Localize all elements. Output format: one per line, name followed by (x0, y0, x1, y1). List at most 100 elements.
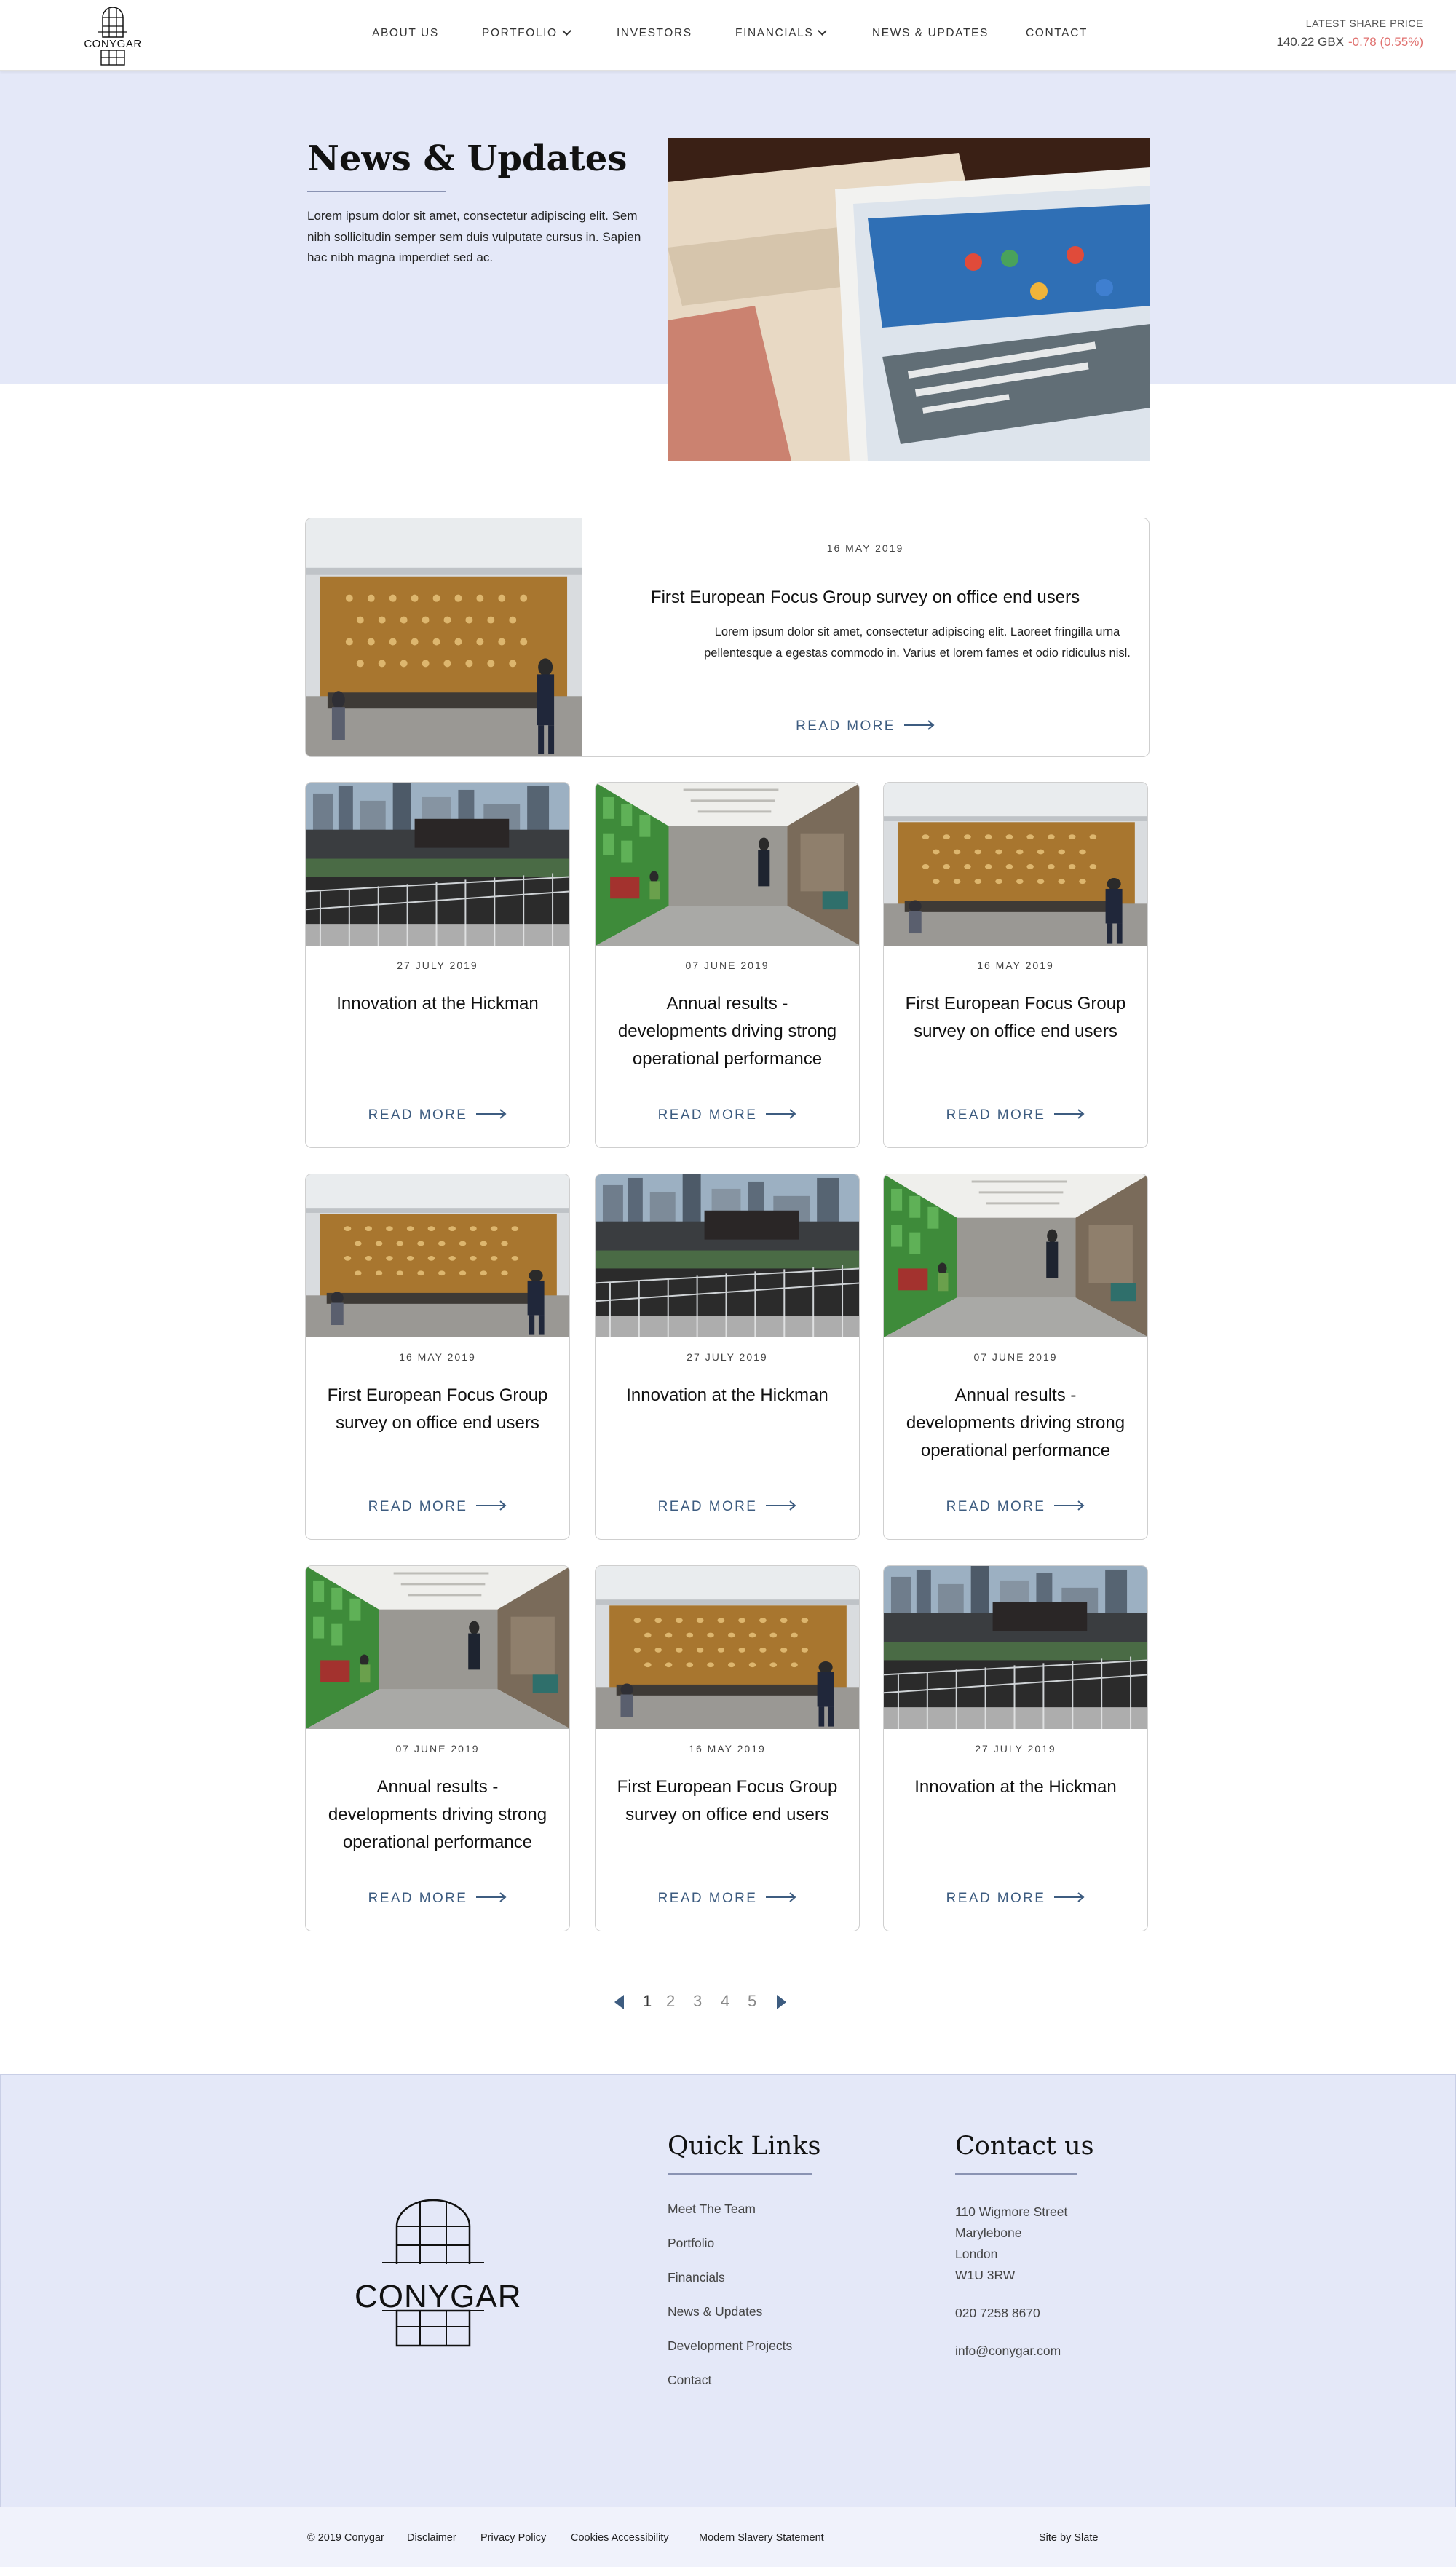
article-thumbnail (306, 1566, 569, 1729)
nav-label: NEWS & UPDATES (872, 27, 989, 39)
article-date: 16 MAY 2019 (826, 542, 904, 554)
read-more-link[interactable]: READ MORE (368, 1107, 507, 1123)
read-more-link[interactable]: READ MORE (368, 1891, 507, 1907)
nav-item-financials[interactable]: FINANCIALS (735, 26, 828, 40)
arrow-right-icon (1054, 1109, 1085, 1119)
footer-link-development-projects[interactable]: Development Projects (668, 2338, 792, 2354)
share-price-change: -0.78 (0.55%) (1348, 35, 1423, 49)
article-thumbnail (884, 1566, 1147, 1729)
page-title: News & Updates (307, 138, 628, 179)
article-date: 07 JUNE 2019 (685, 960, 769, 971)
article-card[interactable]: 27 JULY 2019 Innovation at the Hickman REA… (305, 782, 570, 1148)
nav-label: PORTFOLIO (482, 27, 558, 39)
article-card[interactable]: 16 MAY 2019 First European Focus Group su… (305, 1174, 570, 1540)
address-line: W1U 3RW (955, 2268, 1016, 2282)
nav-label: ABOUT US (372, 27, 439, 39)
pagination: 1 2 3 4 5 (0, 1992, 1456, 2014)
featured-article-card[interactable]: 16 MAY 2019 First European Focus Group s… (305, 518, 1150, 757)
nav-label: INVESTORS (617, 27, 692, 39)
address-line: London (955, 2247, 998, 2261)
read-more-link[interactable]: READ MORE (368, 1499, 507, 1515)
title-underline (307, 191, 446, 192)
address-line: 110 Wigmore Street (955, 2204, 1068, 2219)
contact-address: 110 Wigmore Street Marylebone London W1U… (955, 2202, 1067, 2286)
subfooter-link-modern-slavery-statement[interactable]: Modern Slavery Statement (699, 2532, 824, 2544)
page-intro: Lorem ipsum dolor sit amet, consectetur … (307, 209, 641, 264)
nav-item-news-updates[interactable]: NEWS & UPDATES (872, 27, 989, 40)
pagination-prev-icon[interactable] (614, 1995, 624, 2009)
article-thumbnail (596, 1174, 859, 1337)
footer-link-financials[interactable]: Financials (668, 2270, 725, 2285)
article-title: Innovation at the Hickman (626, 1385, 828, 1405)
pagination-page-2[interactable]: 2 (666, 1992, 675, 2011)
read-more-label: READ MORE (946, 1499, 1046, 1514)
nav-item-contact[interactable]: CONTACT (1026, 27, 1088, 40)
footer-link-news-updates[interactable]: News & Updates (668, 2304, 762, 2319)
nav-item-about-us[interactable]: ABOUT US (372, 27, 439, 40)
footer-link-portfolio[interactable]: Portfolio (668, 2236, 714, 2251)
read-more-link[interactable]: READ MORE (658, 1499, 797, 1515)
contact-email[interactable]: info@conygar.com (955, 2343, 1061, 2359)
article-card[interactable]: 07 JUNE 2019 Annual results - development… (595, 782, 860, 1148)
article-title: Innovation at the Hickman (914, 1777, 1117, 1797)
site-credit[interactable]: Site by Slate (1039, 2532, 1098, 2544)
read-more-link[interactable]: READ MORE (658, 1891, 797, 1907)
contact-underline (955, 2173, 1077, 2175)
article-card[interactable]: 16 MAY 2019 First European Focus Group su… (595, 1565, 860, 1931)
pagination-page-4[interactable]: 4 (721, 1992, 729, 2011)
read-more-link[interactable]: READ MORE (796, 719, 935, 735)
contact-phone[interactable]: 020 7258 8670 (955, 2306, 1040, 2321)
article-thumbnail (306, 783, 569, 946)
nav-item-investors[interactable]: INVESTORS (617, 27, 692, 40)
arrow-right-icon (476, 1892, 507, 1902)
subfooter-link-cookies-accessibility[interactable]: Cookies Accessibility (571, 2532, 669, 2544)
article-thumbnail (884, 783, 1147, 946)
article-title: Annual results - developments driving st… (328, 1777, 547, 1852)
logo-base-icon (382, 2309, 484, 2347)
arrow-right-icon (476, 1500, 507, 1511)
article-thumbnail (596, 783, 859, 946)
article-date: 07 JUNE 2019 (973, 1351, 1058, 1363)
article-card[interactable]: 07 JUNE 2019 Annual results - development… (883, 1174, 1148, 1540)
arrow-right-icon (1054, 1500, 1085, 1511)
article-date: 27 JULY 2019 (397, 960, 478, 971)
copyright-text: © 2019 Conygar (307, 2532, 384, 2544)
read-more-link[interactable]: READ MORE (946, 1107, 1085, 1123)
article-card[interactable]: 07 JUNE 2019 Annual results - development… (305, 1565, 570, 1931)
address-line: Marylebone (955, 2226, 1022, 2240)
share-price-value: 140.22 GBX (1276, 35, 1344, 49)
logo-building-icon (382, 2199, 484, 2264)
read-more-label: READ MORE (657, 1891, 758, 1906)
article-title: Innovation at the Hickman (336, 994, 539, 1013)
article-thumbnail (306, 1174, 569, 1337)
nav-label: FINANCIALS (735, 27, 814, 39)
article-thumbnail (884, 1174, 1147, 1337)
pagination-page-5[interactable]: 5 (748, 1992, 756, 2011)
share-price-readout: 140.22 GBX -0.78 (0.55%) (1276, 35, 1423, 50)
article-card[interactable]: 27 JULY 2019 Innovation at the Hickman REA… (883, 1565, 1148, 1931)
article-card[interactable]: 16 MAY 2019 First European Focus Group su… (883, 782, 1148, 1148)
article-card[interactable]: 27 JULY 2019 Innovation at the Hickman REA… (595, 1174, 860, 1540)
read-more-label: READ MORE (657, 1107, 758, 1123)
main-nav: ABOUT US PORTFOLIO INVESTORS FINANCIALS … (0, 26, 1456, 43)
footer-logo[interactable]: CONYGAR (355, 2199, 521, 2347)
nav-item-portfolio[interactable]: PORTFOLIO (482, 26, 571, 40)
article-thumbnail (306, 518, 582, 757)
read-more-label: READ MORE (368, 1499, 468, 1514)
pagination-page-3[interactable]: 3 (693, 1992, 702, 2011)
article-date: 27 JULY 2019 (975, 1743, 1056, 1755)
pagination-page-1[interactable]: 1 (643, 1992, 652, 2011)
read-more-link[interactable]: READ MORE (946, 1891, 1085, 1907)
pagination-next-icon[interactable] (777, 1995, 786, 2009)
read-more-label: READ MORE (368, 1891, 468, 1906)
read-more-link[interactable]: READ MORE (946, 1499, 1085, 1515)
subfooter-link-privacy-policy[interactable]: Privacy Policy (480, 2532, 546, 2544)
footer-link-meet-the-team[interactable]: Meet The Team (668, 2202, 756, 2217)
subfooter-link-disclaimer[interactable]: Disclaimer (407, 2532, 456, 2544)
article-title: First European Focus Group survey on off… (650, 588, 1080, 607)
read-more-link[interactable]: READ MORE (658, 1107, 797, 1123)
footer-link-contact[interactable]: Contact (668, 2373, 711, 2388)
article-title: Annual results - developments driving st… (617, 994, 837, 1069)
read-more-label: READ MORE (796, 719, 895, 734)
nav-label: CONTACT (1026, 27, 1088, 39)
